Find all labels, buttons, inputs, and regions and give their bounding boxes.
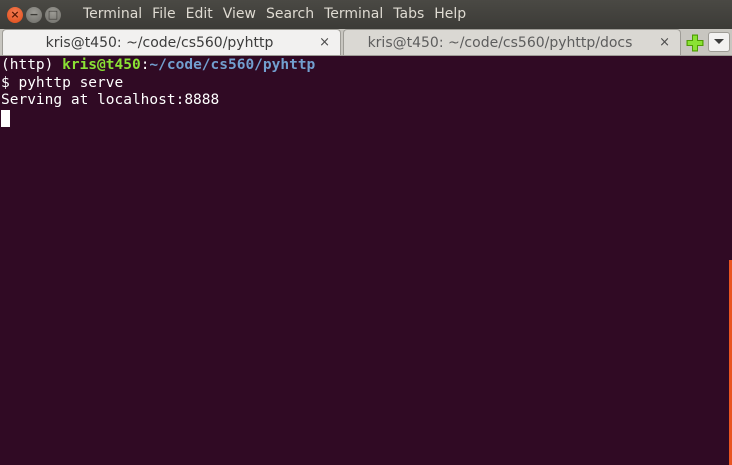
command-line: $ pyhttp serve	[1, 74, 124, 91]
prompt-path: ~/code/cs560/pyhttp	[149, 57, 316, 73]
menu-item-help[interactable]: Help	[429, 0, 471, 29]
menu-item-file[interactable]: File	[147, 0, 180, 29]
menu-item-tabs[interactable]: Tabs	[388, 0, 429, 29]
prompt-line: (http) kris@t450:~/code/cs560/pyhttp	[1, 57, 732, 75]
tab-label: kris@t450: ~/code/cs560/pyhttp	[45, 34, 274, 51]
menu-item-terminal[interactable]: Terminal	[319, 0, 388, 29]
menu-item-terminal-app[interactable]: Terminal	[78, 0, 147, 29]
tab-label: kris@t450: ~/code/cs560/pyhttp/docs	[367, 34, 633, 51]
tab-close-icon[interactable]: ×	[319, 35, 330, 50]
tab-bar: kris@t450: ~/code/cs560/pyhttp × kris@t4…	[0, 29, 732, 56]
output-line: Serving at localhost:8888	[1, 92, 220, 108]
terminal-cursor	[1, 109, 10, 127]
menu-bar: × − □ Terminal File Edit View Search Ter…	[0, 0, 732, 29]
tab-pyhttp[interactable]: kris@t450: ~/code/cs560/pyhttp ×	[2, 29, 341, 55]
terminal-output[interactable]: (http) kris@t450:~/code/cs560/pyhttp $ p…	[0, 56, 732, 465]
new-tab-button[interactable]	[684, 31, 706, 55]
chevron-down-icon	[714, 39, 724, 44]
tab-pyhttp-docs[interactable]: kris@t450: ~/code/cs560/pyhttp/docs ×	[343, 29, 681, 55]
close-window-button[interactable]: ×	[7, 6, 23, 23]
window-controls: × − □	[7, 6, 78, 23]
menu-item-view[interactable]: View	[218, 0, 261, 29]
menu: Terminal File Edit View Search Terminal …	[78, 0, 471, 29]
cursor-line	[1, 109, 732, 128]
tab-list-menu-button[interactable]	[708, 32, 730, 52]
plus-icon	[686, 34, 704, 52]
tab-close-icon[interactable]: ×	[659, 35, 670, 50]
prompt-prefix: (http)	[1, 57, 63, 73]
menu-item-search[interactable]: Search	[261, 0, 319, 29]
maximize-window-button[interactable]: □	[45, 6, 61, 23]
menu-item-edit[interactable]: Edit	[181, 0, 218, 29]
minimize-window-button[interactable]: −	[26, 6, 42, 23]
prompt-user: kris@t450	[62, 57, 141, 73]
